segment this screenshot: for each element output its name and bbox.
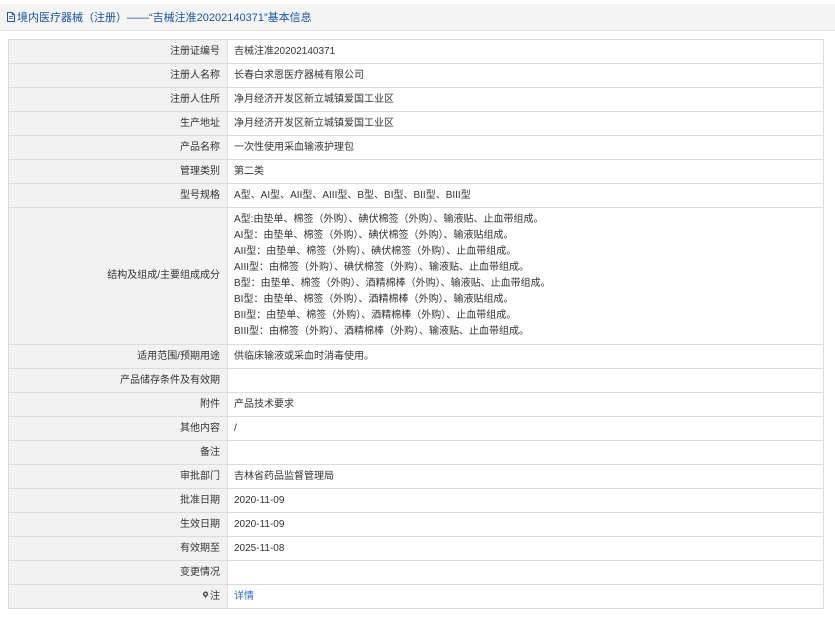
page-header: 境内医疗器械（注册）——“吉械注准20202140371”基本信息: [0, 4, 835, 31]
details-link[interactable]: 详情: [234, 591, 254, 602]
note-icon: [202, 589, 209, 599]
row-label: 备注: [8, 440, 228, 465]
table-row: 其他内容 /: [8, 416, 824, 441]
note-label: 注: [210, 590, 220, 602]
row-label: 审批部门: [8, 464, 228, 489]
row-value: [227, 440, 824, 465]
row-value: 2020-11-09: [227, 488, 824, 513]
composition-line: AIII型：由棉签（外购）、碘伏棉签（外购）、输液贴、止血带组成。: [234, 262, 530, 273]
table-row: 管理类别 第二类: [8, 159, 824, 184]
row-value: 详情: [227, 584, 824, 609]
row-value: /: [227, 416, 824, 441]
row-label: 生产地址: [8, 111, 228, 136]
composition-line: BI型：由垫单、棉签（外购）、酒精棉棒（外购）、输液贴组成。: [234, 294, 514, 305]
row-value: 净月经济开发区新立城镇爱国工业区: [227, 87, 824, 112]
table-row: 审批部门 吉林省药品监督管理局: [8, 464, 824, 489]
row-value: 产品技术要求: [227, 392, 824, 417]
row-label: 注册证编号: [8, 39, 228, 64]
table-row: 型号规格 A型、AI型、AII型、AIII型、B型、BI型、BII型、BIII型: [8, 183, 824, 208]
row-label: 生效日期: [8, 512, 228, 537]
table-row: 批准日期 2020-11-09: [8, 488, 824, 513]
row-label: 注册人名称: [8, 63, 228, 88]
document-icon: [7, 12, 15, 22]
row-value: 净月经济开发区新立城镇爱国工业区: [227, 111, 824, 136]
table-row: 结构及组成/主要组成成分 A型:由垫单、棉签（外购）、碘伏棉签（外购）、输液贴、…: [8, 207, 824, 345]
row-value: 吉林省药品监督管理局: [227, 464, 824, 489]
row-label: 结构及组成/主要组成成分: [8, 207, 228, 345]
row-label: 附件: [8, 392, 228, 417]
table-row: 产品储存条件及有效期: [8, 368, 824, 393]
composition-line: B型：由垫单、棉签（外购）、酒精棉棒（外购）、输液贴、止血带组成。: [234, 278, 551, 289]
row-value: 2025-11-08: [227, 536, 824, 561]
note-label-cell: 注: [8, 584, 228, 609]
row-value: [227, 368, 824, 393]
row-label: 其他内容: [8, 416, 228, 441]
row-label: 产品储存条件及有效期: [8, 368, 228, 393]
row-value: A型、AI型、AII型、AIII型、B型、BI型、BII型、BIII型: [227, 183, 824, 208]
composition-line: A型:由垫单、棉签（外购）、碘伏棉签（外购）、输液贴、止血带组成。: [234, 214, 544, 225]
row-label: 变更情况: [8, 560, 228, 585]
row-value: 供临床输液或采血时消毒使用。: [227, 344, 824, 369]
table-row: 附件 产品技术要求: [8, 392, 824, 417]
table-row: 生产地址 净月经济开发区新立城镇爱国工业区: [8, 111, 824, 136]
page-title: 境内医疗器械（注册）——“吉械注准20202140371”基本信息: [17, 12, 312, 24]
table-row: 变更情况: [8, 560, 824, 585]
row-value: [227, 560, 824, 585]
row-value: 2020-11-09: [227, 512, 824, 537]
table-row: 有效期至 2025-11-08: [8, 536, 824, 561]
table-row: 注册人住所 净月经济开发区新立城镇爱国工业区: [8, 87, 824, 112]
row-value: 吉械注准20202140371: [227, 39, 824, 64]
row-label: 型号规格: [8, 183, 228, 208]
row-value: 一次性使用采血输液护理包: [227, 135, 824, 160]
row-value: 第二类: [227, 159, 824, 184]
row-label: 有效期至: [8, 536, 228, 561]
composition-line: AII型：由垫单、棉签（外购）、碘伏棉签（外购）、止血带组成。: [234, 246, 517, 257]
row-label: 管理类别: [8, 159, 228, 184]
table-row: 注册证编号 吉械注准20202140371: [8, 39, 824, 64]
row-label: 适用范围/预期用途: [8, 344, 228, 369]
composition-line: BIII型：由棉签（外购）、酒精棉棒（外购）、输液贴、止血带组成。: [234, 326, 530, 337]
composition-value: A型:由垫单、棉签（外购）、碘伏棉签（外购）、输液贴、止血带组成。 AI型：由垫…: [227, 207, 824, 345]
row-label: 批准日期: [8, 488, 228, 513]
info-table: 注册证编号 吉械注准20202140371 注册人名称 长春白求恩医疗器械有限公…: [8, 39, 824, 609]
table-row: 注 详情: [8, 584, 824, 609]
row-label: 产品名称: [8, 135, 228, 160]
table-row: 注册人名称 长春白求恩医疗器械有限公司: [8, 63, 824, 88]
table-row: 生效日期 2020-11-09: [8, 512, 824, 537]
table-row: 适用范围/预期用途 供临床输液或采血时消毒使用。: [8, 344, 824, 369]
composition-line: BII型：由垫单、棉签（外购）、酒精棉棒（外购）、止血带组成。: [234, 310, 517, 321]
table-row: 备注: [8, 440, 824, 465]
composition-line: AI型：由垫单、棉签（外购）、碘伏棉签（外购）、输液贴组成。: [234, 230, 514, 241]
row-value: 长春白求恩医疗器械有限公司: [227, 63, 824, 88]
table-row: 产品名称 一次性使用采血输液护理包: [8, 135, 824, 160]
row-label: 注册人住所: [8, 87, 228, 112]
